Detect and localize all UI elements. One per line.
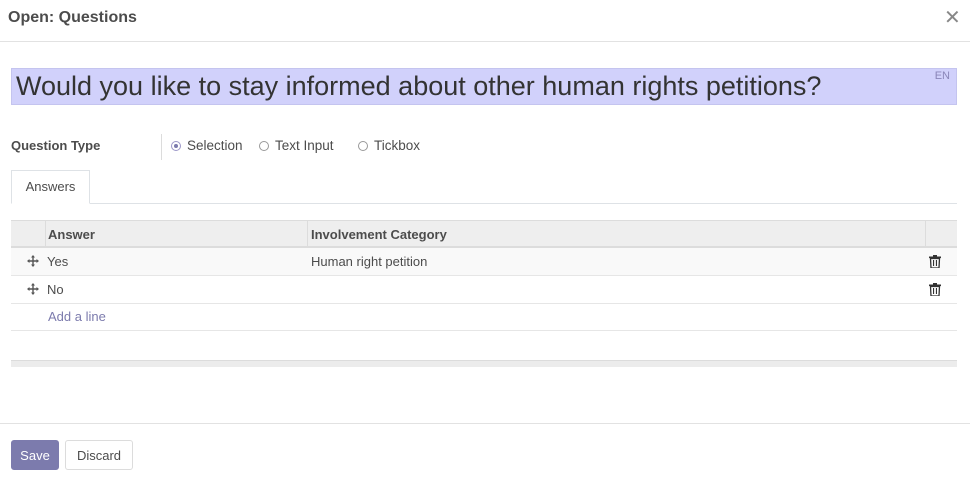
answers-table: Answer Involvement Category Yes Human ri… (11, 220, 957, 331)
table-row[interactable]: Yes Human right petition (11, 248, 957, 276)
radio-option-selection[interactable]: Selection (171, 138, 243, 153)
discard-button[interactable]: Discard (65, 440, 133, 470)
add-line-row: Add a line (11, 304, 957, 331)
answer-cell[interactable]: Yes (47, 254, 68, 269)
involvement-category-cell[interactable]: Human right petition (311, 254, 427, 269)
trash-icon[interactable] (929, 255, 941, 268)
table-header: Answer Involvement Category (11, 220, 957, 248)
tab-answers[interactable]: Answers (11, 170, 90, 204)
close-icon[interactable]: ✕ (944, 8, 961, 28)
radio-label-tickbox: Tickbox (374, 138, 421, 153)
column-separator (307, 221, 308, 247)
radio-unselected-icon[interactable] (358, 140, 368, 151)
add-line-link[interactable]: Add a line (48, 309, 106, 324)
column-separator (45, 221, 46, 247)
answer-cell[interactable]: No (47, 282, 64, 297)
radio-label-text-input: Text Input (275, 138, 334, 153)
question-title-input[interactable]: Would you like to stay informed about ot… (11, 68, 957, 105)
save-button[interactable]: Save (11, 440, 59, 470)
column-header-involvement-category[interactable]: Involvement Category (311, 227, 447, 242)
dialog-header: Open: Questions ✕ (0, 0, 970, 42)
radio-option-text-input[interactable]: Text Input (259, 138, 334, 153)
language-badge[interactable]: EN (935, 70, 950, 82)
radio-option-tickbox[interactable]: Tickbox (358, 138, 420, 153)
question-type-label: Question Type (11, 138, 101, 153)
move-icon[interactable] (27, 255, 39, 267)
move-icon[interactable] (27, 283, 39, 295)
trash-icon[interactable] (929, 283, 941, 296)
radio-selected-icon[interactable] (171, 140, 181, 151)
radio-unselected-icon[interactable] (259, 140, 269, 151)
question-type-divider (161, 134, 162, 160)
column-separator (925, 221, 926, 247)
table-row[interactable]: No (11, 276, 957, 304)
dialog-title: Open: Questions (8, 9, 137, 26)
radio-label-selection: Selection (187, 138, 243, 153)
footer-divider (0, 423, 970, 424)
column-header-answer[interactable]: Answer (48, 227, 95, 242)
table-footer (11, 360, 957, 367)
question-text: Would you like to stay informed about ot… (16, 71, 822, 101)
tabs-divider (11, 203, 957, 204)
